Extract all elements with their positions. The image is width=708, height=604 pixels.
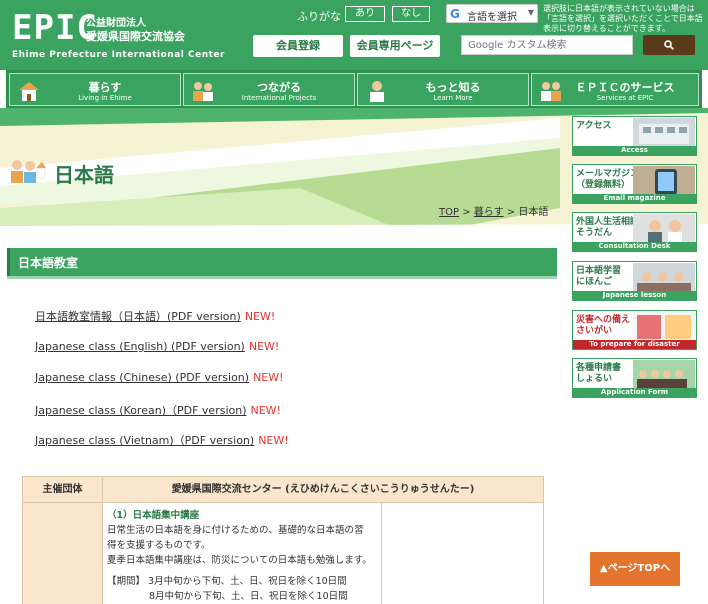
logo-english-name: Ehime Prefecture International Center <box>12 50 225 60</box>
member-page-button[interactable]: 会員専用ページ <box>350 35 440 57</box>
side-banner-label: 災害への備え さいがい <box>576 315 631 336</box>
new-badge: NEW! <box>244 310 276 323</box>
course-title: （1）日本語集中講座 <box>107 510 200 521</box>
disaster-map-photo <box>633 312 695 342</box>
side-banner-japanese[interactable]: 日本語学習 にほんご Japanese lesson <box>572 261 697 301</box>
side-banner-label: 各種申請書 しょるい <box>576 363 622 384</box>
side-banner-label: 日本語学習 にほんご <box>576 266 622 287</box>
breadcrumb-current: 日本語 <box>518 207 549 218</box>
furigana-off-button[interactable]: なし <box>392 6 430 22</box>
side-banner-caption: Japanese lesson <box>573 291 696 300</box>
course-period: 【期間】 3月中旬から下旬、土、日、祝日を除く10日間 <box>107 576 347 587</box>
search-input[interactable] <box>461 35 633 55</box>
side-banner-caption: Access <box>573 146 696 155</box>
search-icon <box>664 40 674 50</box>
nav-learn-more-sublabel: Learn More <box>433 94 473 102</box>
side-banner-application[interactable]: 各種申請書 しょるい Application Form <box>572 358 697 398</box>
logo-org-name: 愛媛県国際交流協会 <box>86 30 185 43</box>
member-register-button[interactable]: 会員登録 <box>253 35 343 57</box>
pdf-link-text: 日本語教室情報（日本語）(PDF version) <box>35 310 241 323</box>
course-description: 得を支援するものです。 <box>107 540 211 551</box>
side-banner-caption: To prepare for disaster <box>573 340 696 349</box>
side-banner-label: 外国人生活相談 そうだん <box>576 217 640 238</box>
logo-epic: EPIC <box>12 8 98 48</box>
nav-services-label: ＥＰＩＣのサービス <box>575 81 675 94</box>
main-nav: 暮らす Living in Ehime つながる International P… <box>6 70 702 108</box>
group-photo <box>633 360 695 390</box>
breadcrumb-separator: > <box>506 207 516 218</box>
course-period: 8月中旬から下旬、土、日、祝日を除く10日間 <box>149 591 348 602</box>
nav-living-label: 暮らす <box>88 81 122 94</box>
google-icon: G <box>450 7 460 21</box>
table-cell-extra <box>383 503 543 604</box>
new-badge: NEW! <box>258 434 289 447</box>
nav-services-sublabel: Services at EPIC <box>596 94 654 102</box>
nav-learn-more-label: もっと知る <box>425 81 481 94</box>
site-header: EPIC 公益財団法人 愛媛県国際交流協会 Ehime Prefecture I… <box>0 0 708 70</box>
new-badge: NEW! <box>248 340 280 353</box>
pdf-link-text: Japanese class (Korean)（PDF version) <box>35 404 247 417</box>
nav-learn-more[interactable]: もっと知る Learn More <box>357 73 529 106</box>
table-cell-label <box>23 503 103 604</box>
logo-corp-type: 公益財団法人 <box>86 18 146 29</box>
course-description: 夏季日本語集中講座は、防災についての日本語も勉強します。 <box>107 555 372 566</box>
side-banner-consultation[interactable]: 外国人生活相談 そうだん Consultation Desk <box>572 212 697 252</box>
side-banner-disaster[interactable]: 災害への備え さいがい To prepare for disaster <box>572 310 697 350</box>
table-header-organizer-name: 愛媛県国際交流センター (えひめけんこくさいこうりゅうせんたー) <box>171 484 475 495</box>
side-banner-access[interactable]: アクセス Access <box>572 116 697 156</box>
pdf-link-text: Japanese class (Chinese) (PDF version) <box>35 371 250 384</box>
translate-note: 選択肢に日本語が表示されていない場合は「言語を選択」を選択いただくことで日本語表… <box>543 4 703 33</box>
pdf-link-english[interactable]: Japanese class (English) (PDF version) NE… <box>35 340 279 353</box>
consultation-photo <box>633 214 695 244</box>
section-divider <box>7 276 557 279</box>
pdf-link-vietnam[interactable]: Japanese class (Vietnam)（PDF version) NEW… <box>35 432 289 448</box>
section-heading: 日本語教室 <box>7 248 557 276</box>
table-header-row: 主催団体 愛媛県国際交流センター (えひめけんこくさいこうりゅうせんたー) <box>23 477 543 503</box>
breadcrumb-top-link[interactable]: TOP <box>439 207 459 218</box>
course-description: 日常生活の日本語を身に付けるための、基礎的な日本語の習 <box>107 525 364 536</box>
breadcrumb-separator: > <box>462 207 471 218</box>
table-cell-details: （1）日本語集中講座 日常生活の日本語を身に付けるための、基礎的な日本語の習 得… <box>103 503 382 604</box>
nav-international-sublabel: International Projects <box>241 94 317 102</box>
side-banner-caption: Consultation Desk <box>573 242 696 251</box>
section-title: 日本語教室 <box>18 256 79 270</box>
side-banner-label: メールマガジン （登録無料） <box>576 169 640 190</box>
new-badge: NEW! <box>253 371 284 384</box>
pdf-link-text: Japanese class (Vietnam)（PDF version) <box>35 434 255 447</box>
classroom-photo <box>633 263 695 293</box>
side-banner-caption: Email magazine <box>573 194 696 203</box>
breadcrumb-living-link[interactable]: 暮らす <box>474 207 504 218</box>
building-photo <box>633 118 695 148</box>
language-select[interactable]: G 言語を選択 ▼ <box>446 4 538 23</box>
language-select-label: 言語を選択 <box>467 12 517 23</box>
page-title: 日本語 <box>54 163 114 187</box>
pdf-link-chinese[interactable]: Japanese class (Chinese) (PDF version) NE… <box>35 371 284 384</box>
people-icon <box>11 160 46 183</box>
breadcrumb: TOP > 暮らす > 日本語 <box>439 203 548 218</box>
furigana-on-button[interactable]: あり <box>345 6 385 22</box>
search-button[interactable] <box>643 35 695 55</box>
nav-living[interactable]: 暮らす Living in Ehime <box>9 73 181 106</box>
nav-services[interactable]: ＥＰＩＣのサービス Services at EPIC <box>531 73 699 106</box>
page-top-button[interactable]: ▲ページTOPへ <box>590 552 680 586</box>
pdf-link-japanese[interactable]: 日本語教室情報（日本語）(PDF version) NEW! <box>35 308 275 324</box>
pdf-link-text: Japanese class (English) (PDF version) <box>35 340 245 353</box>
side-banner-label: アクセス <box>576 121 612 131</box>
side-banner-email[interactable]: メールマガジン （登録無料） Email magazine <box>572 164 697 204</box>
class-info-table: 主催団体 愛媛県国際交流センター (えひめけんこくさいこうりゅうせんたー) （1… <box>22 476 544 604</box>
site-logo[interactable]: EPIC 公益財団法人 愛媛県国際交流協会 Ehime Prefecture I… <box>12 8 224 64</box>
nav-international[interactable]: つながる International Projects <box>183 73 355 106</box>
pdf-link-korean[interactable]: Japanese class (Korean)（PDF version) NEW! <box>35 402 281 418</box>
new-badge: NEW! <box>250 404 281 417</box>
smartphone-photo <box>633 166 695 196</box>
dropdown-arrow-icon: ▼ <box>527 8 534 17</box>
nav-international-label: つながる <box>257 81 301 94</box>
furigana-label: ふりがな <box>297 10 341 23</box>
side-banner-caption: Application Form <box>573 388 696 397</box>
table-header-organizer: 主催団体 <box>23 477 103 503</box>
nav-living-sublabel: Living in Ehime <box>78 94 132 102</box>
